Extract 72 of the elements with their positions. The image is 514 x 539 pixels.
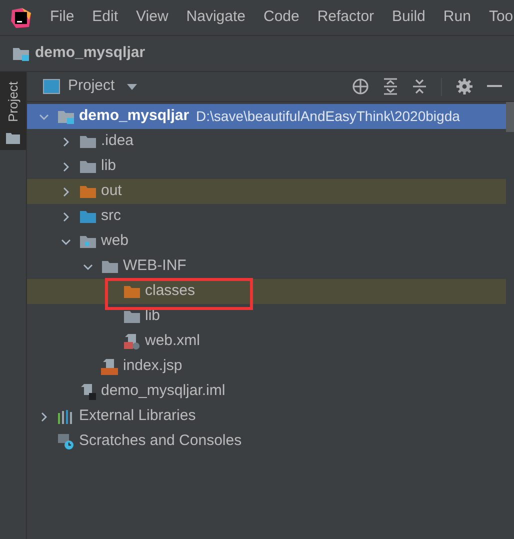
chevron-right-icon[interactable] — [61, 186, 71, 196]
minimize-icon[interactable] — [487, 85, 502, 88]
folder-icon — [79, 159, 97, 174]
menu-item[interactable]: Build — [392, 6, 426, 29]
view-selector[interactable]: Project — [68, 75, 115, 98]
folder-icon — [123, 309, 141, 324]
xml-file-icon — [123, 333, 141, 350]
tree-row[interactable]: demo_mysqljar D:\save\beautifulAndEasyThink\2020bigda — [27, 104, 506, 129]
app-logo-icon[interactable] — [10, 6, 32, 28]
tree-label: src — [101, 206, 121, 226]
collapse-all-icon[interactable] — [412, 78, 427, 95]
tree-label: index.jsp — [123, 356, 182, 376]
tree-label: web.xml — [145, 331, 200, 352]
tree-row[interactable]: classes — [27, 279, 506, 304]
tree-label: demo_mysqljar.iml — [101, 381, 226, 402]
chevron-right-icon[interactable] — [61, 212, 71, 222]
scrollbar-thumb[interactable] — [506, 102, 514, 132]
chevron-down-icon[interactable] — [61, 236, 71, 246]
chevron-right-icon[interactable] — [39, 412, 49, 422]
tree-row[interactable]: demo_mysqljar.iml — [27, 379, 506, 404]
tree-label: External Libraries — [79, 406, 196, 426]
tree-label: lib — [101, 156, 116, 176]
tree-row[interactable]: Scratches and Consoles — [27, 429, 506, 454]
tree-row[interactable]: .idea — [27, 129, 506, 154]
tree-row[interactable]: src — [27, 204, 506, 229]
folder-icon — [123, 284, 141, 299]
expand-all-icon[interactable] — [383, 78, 398, 95]
tree-label: out — [101, 181, 122, 202]
settings-icon[interactable] — [456, 78, 473, 95]
menu-item[interactable]: Navigate — [186, 6, 246, 29]
chevron-down-icon[interactable] — [83, 262, 93, 272]
tree-label: classes — [145, 281, 196, 302]
dropdown-caret-icon[interactable] — [126, 84, 137, 90]
tree-row[interactable]: index.jsp — [27, 354, 506, 379]
chevron-down-icon[interactable] — [39, 112, 49, 122]
tree-row[interactable]: web.xml — [27, 329, 506, 354]
tree-label: WEB-INF — [123, 256, 186, 276]
tree-label: demo_mysqljar — [79, 106, 190, 126]
library-bars-icon — [57, 409, 75, 424]
menu-item[interactable]: Code — [263, 6, 300, 29]
module-folder-icon — [12, 46, 30, 61]
locate-crosshair-icon[interactable] — [352, 78, 369, 95]
chevron-right-icon[interactable] — [61, 162, 71, 172]
menu-item[interactable]: Run — [443, 6, 471, 29]
menu-item[interactable]: Edit — [92, 6, 118, 29]
tree-label: .idea — [101, 131, 134, 152]
tree-label: web — [101, 231, 129, 252]
folder-icon — [6, 132, 20, 144]
menu-item[interactable]: View — [136, 6, 168, 29]
breadcrumb-label[interactable]: demo_mysqljar — [35, 42, 146, 65]
panel-window-icon — [43, 79, 60, 94]
tree-label: Scratches and Consoles — [79, 431, 242, 452]
tree-path: D:\save\beautifulAndEasyThink\2020bigda — [196, 107, 460, 126]
tree-row[interactable]: WEB-INF — [27, 254, 506, 279]
menu-item[interactable]: Refactor — [317, 6, 374, 29]
module-file-icon — [79, 383, 97, 400]
tree-row[interactable]: lib — [27, 154, 506, 179]
tree-row[interactable]: web — [27, 229, 506, 254]
module-folder-icon — [57, 109, 75, 124]
tree-row[interactable]: External Libraries — [27, 404, 506, 429]
chevron-right-icon[interactable] — [61, 136, 71, 146]
web-folder-icon — [79, 234, 97, 249]
folder-icon — [101, 259, 119, 274]
folder-icon — [79, 184, 97, 199]
jsp-file-icon — [101, 358, 119, 375]
tool-window-tab[interactable]: Project — [0, 72, 26, 150]
tree-row[interactable]: out — [27, 179, 506, 204]
scratch-clock-icon — [57, 433, 75, 450]
folder-icon — [79, 134, 97, 149]
menu-item[interactable]: Too — [488, 6, 514, 29]
menu-item[interactable]: File — [50, 6, 74, 29]
folder-icon — [79, 209, 97, 224]
